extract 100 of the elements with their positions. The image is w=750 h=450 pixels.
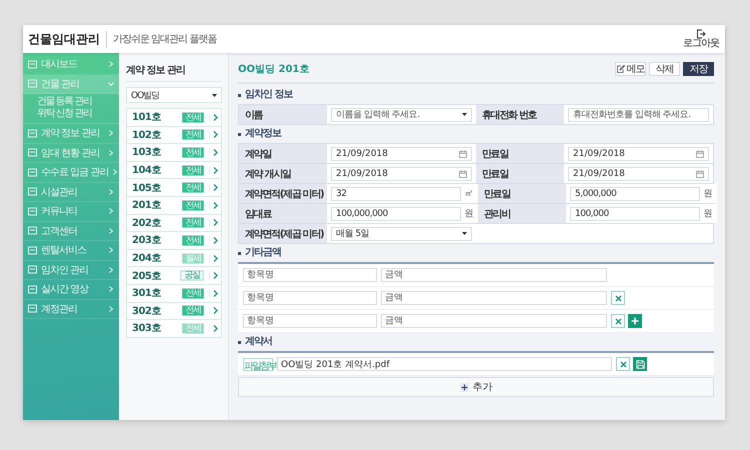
field-label: 만료일 (478, 184, 566, 203)
amount-field[interactable]: 금액 (381, 268, 607, 282)
select-field[interactable]: 이름을 입력해 주세요. (331, 108, 472, 122)
status-tag: 전세 (182, 323, 204, 334)
date-field[interactable]: 21/09/2018 (331, 166, 472, 180)
field-label: 만료일 (476, 164, 564, 183)
unit-item[interactable]: 302호 전세 (127, 302, 221, 320)
chevron-icon (209, 166, 218, 174)
amount-field[interactable]: 금액 (381, 314, 607, 328)
field-label: 임대료 (239, 204, 327, 223)
field-label: 계약 개시일 (239, 164, 327, 183)
chevron-icon (108, 150, 114, 156)
status-tag: 전세 (182, 112, 204, 122)
chevron-icon (209, 307, 218, 314)
chevron-icon (209, 272, 218, 280)
status-tag: 전세 (182, 218, 204, 228)
square-icon (28, 304, 37, 314)
field-label: 이름 (239, 105, 327, 124)
date-value[interactable]: 21/09/2018 (573, 168, 665, 178)
status-tag: 전세 (182, 288, 204, 298)
plus-icon (460, 382, 468, 392)
delete-button[interactable]: 삭제 (649, 62, 680, 76)
date-field[interactable]: 21/09/2018 (331, 146, 472, 160)
edit-icon (616, 65, 624, 73)
plus-icon (631, 317, 639, 325)
unit-item[interactable]: 103호 전세 (127, 144, 221, 162)
chevron-icon (108, 61, 114, 68)
calendar-icon (696, 170, 704, 178)
unit-item[interactable]: 203호 전세 (127, 232, 221, 250)
text-field[interactable]: 32 (331, 186, 461, 200)
logout-button[interactable]: 로그아웃 (683, 29, 719, 49)
square-icon (28, 246, 37, 255)
unit-item[interactable]: 201호 전세 (127, 196, 221, 215)
date-value[interactable]: 21/09/2018 (336, 168, 428, 178)
chevron-icon (209, 131, 218, 138)
remove-button[interactable] (616, 357, 630, 371)
section-title: 임차인 정보 (238, 86, 714, 104)
unit-label: 원 (703, 208, 713, 220)
file-field[interactable]: OO빌딩 201호 계약서.pdf (277, 357, 612, 371)
chevron-icon (209, 254, 218, 262)
field-label: 계약면적(제곱 미터) (239, 224, 327, 243)
field-label: 만료일 (476, 144, 564, 163)
save-button[interactable]: 저장 (683, 62, 714, 76)
unit-item[interactable]: 101호 전세 (127, 109, 221, 127)
detail-title: OO빌딩 201호 (238, 63, 310, 76)
text-field[interactable]: 휴대전화번호를 입력해 주세요. (568, 108, 709, 122)
unit-item[interactable]: 105호 전세 (127, 179, 221, 197)
chevron-icon (108, 306, 114, 312)
caret-icon (462, 232, 467, 235)
square-icon (28, 226, 37, 236)
unit-item[interactable]: 205호 공실 (127, 267, 221, 285)
square-icon (28, 284, 37, 294)
item-name-field[interactable]: 항목명 (243, 268, 377, 282)
chevron-icon (209, 290, 218, 297)
memo-button[interactable]: 메모 (615, 62, 646, 76)
square-icon (28, 187, 37, 196)
text-field[interactable]: 100,000 (570, 206, 700, 220)
save-file-button[interactable] (633, 357, 647, 371)
chevron-icon (209, 202, 218, 209)
caret-icon (462, 113, 467, 116)
status-tag: 전세 (182, 182, 204, 193)
item-name-field[interactable]: 항목명 (243, 314, 377, 328)
remove-button[interactable] (611, 314, 625, 328)
panel-title: 계약 정보 관리 (126, 63, 222, 82)
field-label: 휴대전화 번호 (476, 105, 564, 124)
date-field[interactable]: 21/09/2018 (568, 146, 709, 160)
add-button[interactable] (628, 314, 642, 328)
status-tag: 전세 (182, 165, 204, 176)
unit-item[interactable]: 202호 전세 (127, 214, 221, 232)
chevron-icon (108, 247, 114, 254)
chevron-icon (108, 208, 114, 214)
unit-item[interactable]: 204호 월세 (127, 250, 221, 268)
unit-label: ㎡ (464, 188, 474, 200)
text-field[interactable]: 5,000,000 (570, 186, 700, 200)
date-field[interactable]: 21/09/2018 (568, 166, 709, 180)
remove-button[interactable] (611, 291, 625, 305)
status-tag: 월세 (182, 253, 204, 263)
chevron-icon (209, 324, 218, 332)
status-tag: 전세 (182, 236, 204, 246)
close-icon (614, 318, 622, 324)
chevron-icon (209, 148, 218, 156)
status-tag: 전세 (182, 306, 204, 316)
date-value[interactable]: 21/09/2018 (336, 148, 428, 158)
item-name-field[interactable]: 항목명 (243, 291, 377, 305)
close-icon (620, 360, 626, 368)
unit-item[interactable]: 301호 전세 (127, 284, 221, 303)
unit-item[interactable]: 303호 전세 (127, 320, 221, 337)
unit-item[interactable]: 102호 전세 (127, 126, 221, 144)
amount-field[interactable]: 금액 (381, 291, 607, 305)
unit-item[interactable]: 104호 전세 (127, 162, 221, 180)
field-label: 관리비 (478, 204, 566, 223)
add-button[interactable]: 추가 (238, 377, 714, 397)
select-field[interactable]: 매월 5일 (331, 226, 472, 240)
calendar-icon (696, 150, 704, 158)
close-icon (614, 294, 622, 302)
text-field[interactable]: 100,000,000 (331, 206, 461, 220)
calendar-icon (459, 170, 467, 178)
date-value[interactable]: 21/09/2018 (573, 148, 665, 158)
building-select[interactable]: OO빌딩 (126, 87, 222, 103)
chevron-icon (209, 236, 218, 244)
